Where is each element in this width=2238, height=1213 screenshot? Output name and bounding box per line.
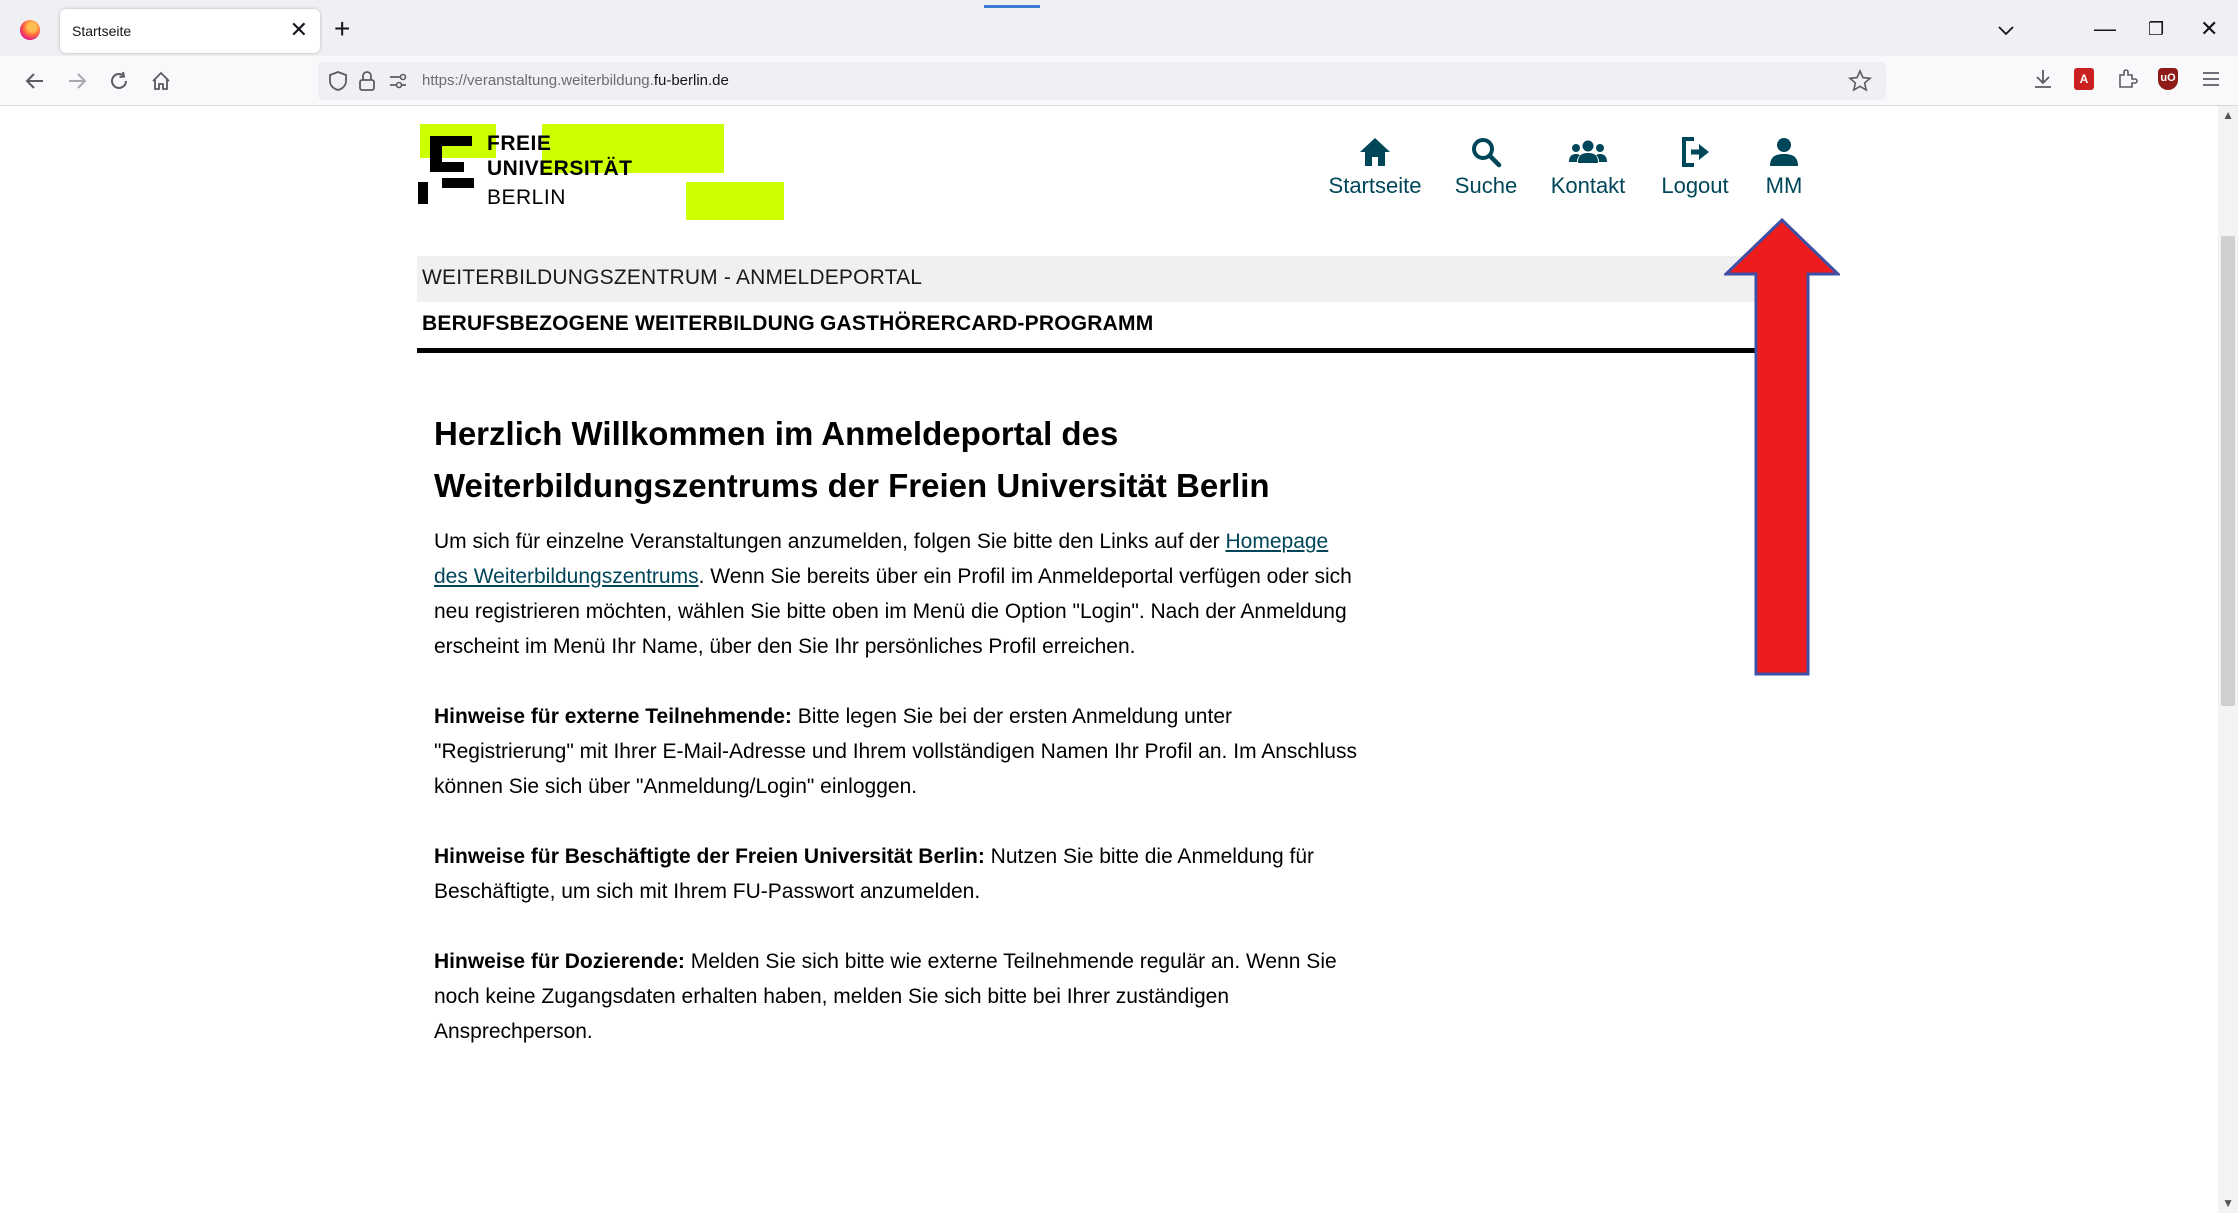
tab-close-icon[interactable]: ✕ [290, 17, 308, 43]
extensions-icon[interactable] [2114, 66, 2140, 92]
logo-line-1: FREIE [487, 132, 552, 155]
browser-tab-bar: Startseite ✕ + — ❐ ✕ [0, 0, 2238, 56]
permissions-icon[interactable] [388, 72, 408, 90]
restore-button[interactable]: ❐ [2148, 14, 2164, 44]
url-text[interactable]: https://veranstaltung.weiterbildung.fu-b… [422, 72, 729, 89]
lecturer-paragraph: Hinweise für Dozierende: Melden Sie sich… [434, 944, 1364, 1049]
menu-icon[interactable] [2198, 66, 2224, 92]
nav-label: MM [1765, 173, 1803, 198]
tab-drag-indicator [984, 5, 1040, 8]
page-title: Herzlich Willkommen im Anmeldeportal des… [434, 415, 1270, 504]
forward-icon[interactable] [66, 70, 88, 92]
lecturer-label: Hinweise für Dozierende: [434, 950, 685, 973]
back-icon[interactable] [24, 70, 46, 92]
menu-berufsbezogene-weiterbildung[interactable]: BERUFSBEZOGENE WEITERBILDUNG [422, 312, 815, 336]
staff-label: Hinweise für Beschäftigte der Freien Uni… [434, 845, 985, 868]
menu-divider [417, 348, 1808, 353]
nav-label: Kontakt [1550, 173, 1626, 198]
scroll-down-icon[interactable]: ▼ [2222, 1196, 2234, 1210]
logout-icon [1682, 137, 1709, 167]
nav-user-profile[interactable]: MM [1756, 132, 1812, 199]
page-scrollbar[interactable] [2218, 106, 2238, 1213]
intro-paragraph: Um sich für einzelne Veranstaltungen anz… [434, 524, 1364, 664]
intro-text-before: Um sich für einzelne Veranstaltungen anz… [434, 530, 1226, 553]
shield-icon[interactable] [328, 70, 348, 92]
users-icon [1569, 140, 1607, 163]
ublock-icon[interactable]: uO [2158, 68, 2178, 90]
nav-startseite[interactable]: Startseite [1322, 132, 1428, 199]
main-content: Herzlich Willkommen im Anmeldeportal des… [434, 408, 1364, 1084]
user-icon [1770, 138, 1798, 166]
window-close-button[interactable]: ✕ [2200, 14, 2218, 44]
tab-startseite[interactable]: Startseite ✕ [60, 9, 320, 53]
tab-title: Startseite [72, 23, 132, 39]
logo-line-3: BERLIN [487, 186, 566, 209]
home-icon[interactable] [150, 70, 172, 92]
logo-highlight [686, 182, 784, 220]
staff-paragraph: Hinweise für Beschäftigte der Freien Uni… [434, 839, 1364, 909]
home-icon [1360, 138, 1390, 166]
scrollbar-thumb[interactable] [2221, 236, 2235, 706]
fu-logo-mark-icon [418, 136, 474, 204]
reload-icon[interactable] [108, 70, 130, 92]
chevron-down-icon[interactable] [1996, 20, 2016, 40]
minimize-button[interactable]: — [2094, 14, 2116, 44]
nav-logout[interactable]: Logout [1652, 132, 1738, 199]
nav-kontakt[interactable]: Kontakt [1544, 132, 1632, 199]
nav-label: Logout [1661, 173, 1729, 198]
scroll-up-icon[interactable]: ▲ [2222, 108, 2234, 122]
url-domain: fu-berlin.de [653, 72, 729, 89]
url-bar[interactable]: https://veranstaltung.weiterbildung.fu-b… [318, 62, 1886, 100]
nav-suche[interactable]: Suche [1446, 132, 1526, 199]
search-icon [1472, 138, 1502, 168]
external-participants-paragraph: Hinweise für externe Teilnehmende: Bitte… [434, 699, 1364, 804]
new-tab-button[interactable]: + [334, 14, 350, 44]
portal-title: WEITERBILDUNGSZENTRUM - ANMELDEPORTAL [422, 266, 923, 289]
firefox-icon [20, 20, 40, 40]
downloads-icon[interactable] [2030, 66, 2056, 92]
logo-line-2: UNIVERSITÄT [487, 157, 633, 180]
nav-label: Startseite [1328, 173, 1422, 198]
lock-icon[interactable] [358, 70, 376, 92]
fu-berlin-logo[interactable]: FREIE UNIVERSITÄT BERLIN [418, 124, 818, 224]
pdf-extension-icon[interactable]: A [2074, 68, 2094, 90]
nav-label: Suche [1454, 173, 1518, 198]
annotation-arrow-up-icon [1724, 218, 1840, 676]
portal-header-bar: WEITERBILDUNGSZENTRUM - ANMELDEPORTAL [417, 256, 1808, 302]
external-label: Hinweise für externe Teilnehmende: [434, 705, 792, 728]
url-prefix: https://veranstaltung.weiterbildung. [422, 72, 654, 89]
bookmark-star-icon[interactable] [1848, 69, 1872, 93]
menu-gasthoerercard-programm[interactable]: GASTHÖRERCARD-PROGRAMM [820, 312, 1153, 336]
